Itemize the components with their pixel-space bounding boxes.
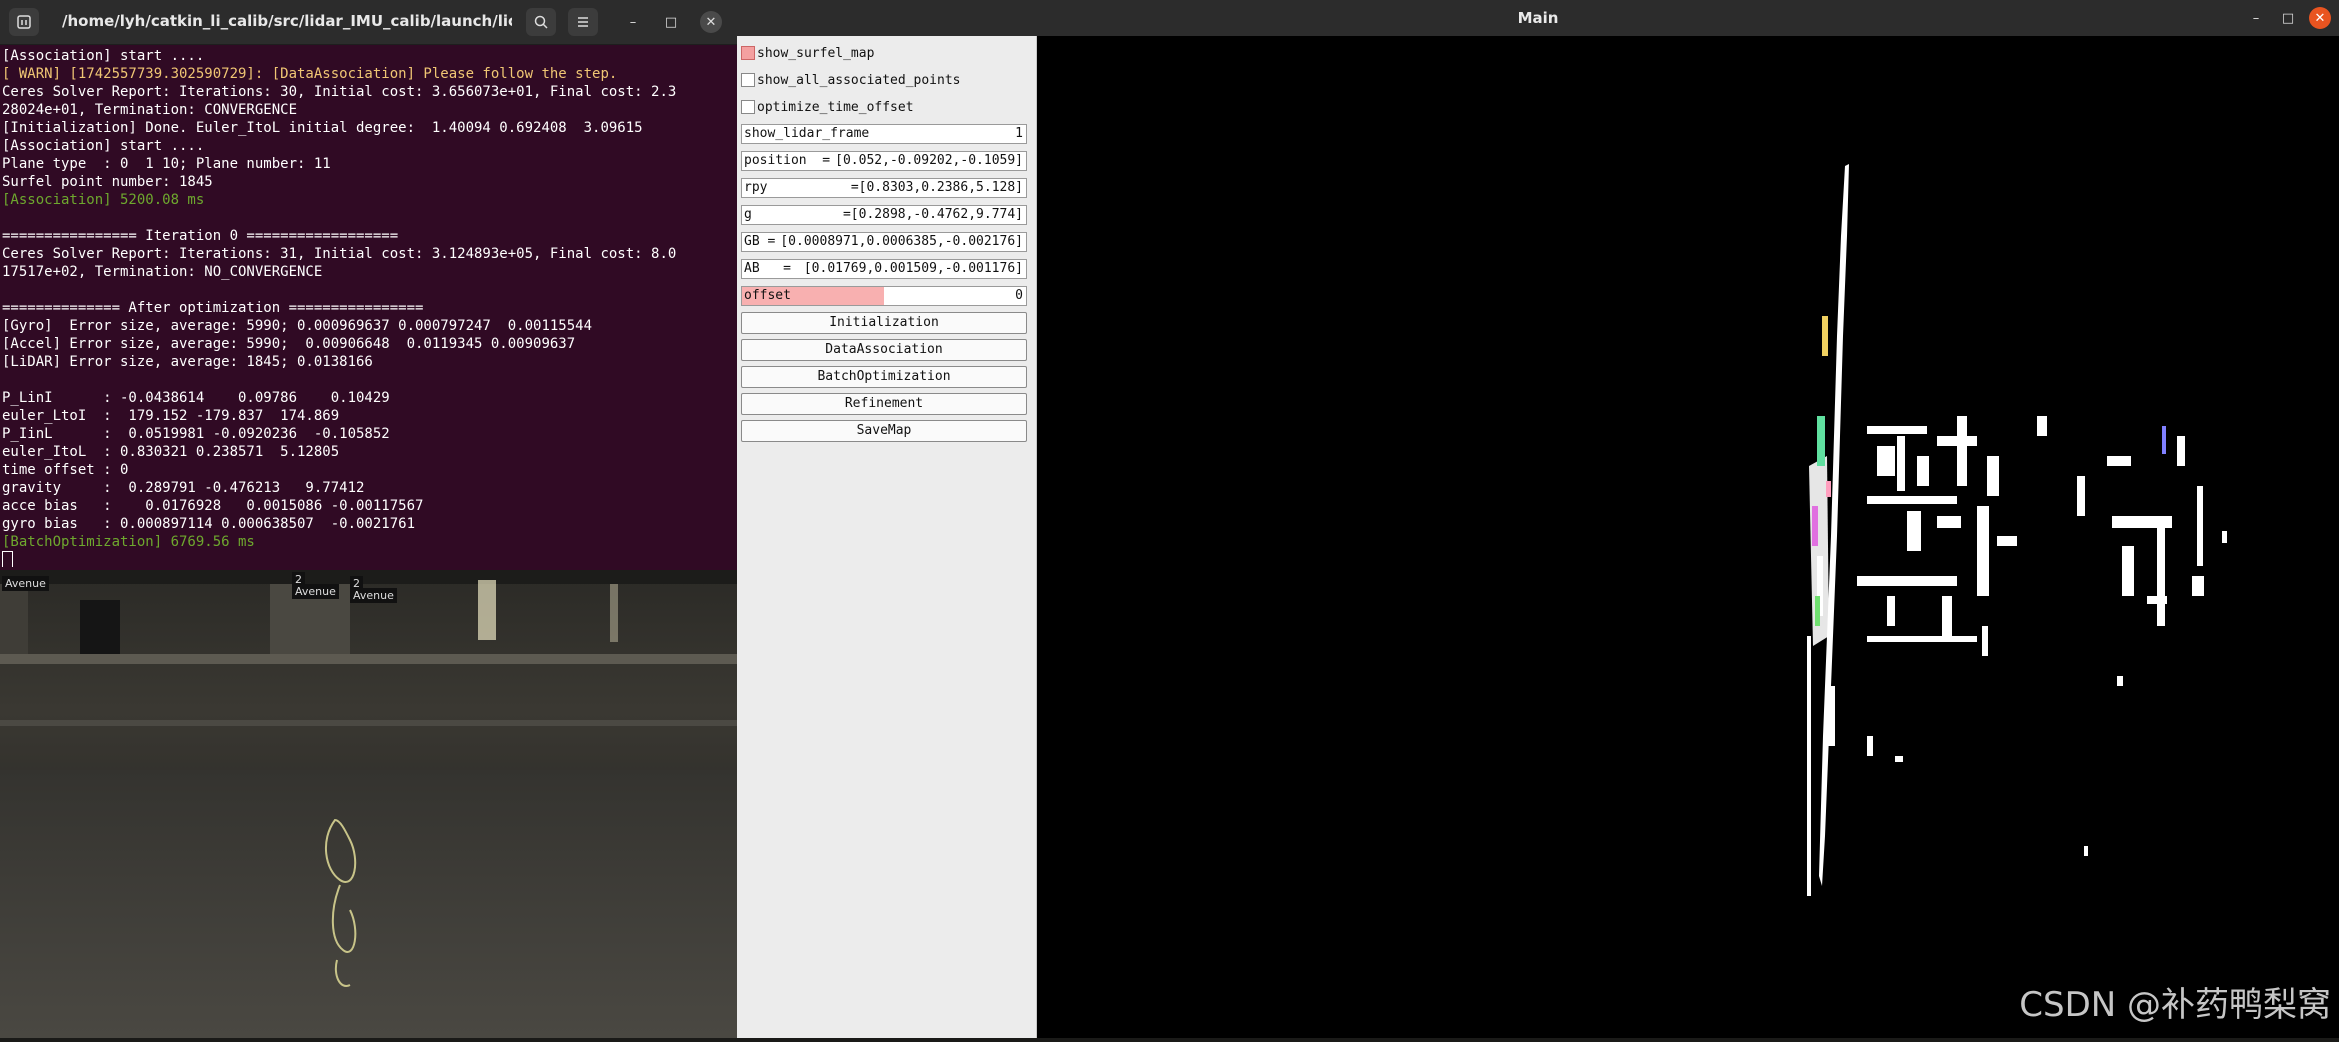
var-value[interactable]: [0.0008971,0.0006385,-0.002176] <box>780 234 1023 249</box>
var-label: position = <box>744 153 831 168</box>
terminal-icon[interactable] <box>9 8 39 36</box>
maximize-icon[interactable]: □ <box>660 11 682 33</box>
minimize-icon[interactable]: – <box>2245 7 2267 29</box>
main-titlebar[interactable]: Main – □ ✕ <box>737 0 2339 37</box>
terminal-output[interactable]: [Association] start .... [ WARN] [1742557… <box>2 47 735 567</box>
var-position[interactable]: position = [0.052,-0.09202,-0.1059] <box>741 151 1027 171</box>
background-photo: Avenue 2 Avenue 2 Avenue <box>0 570 737 1038</box>
terminal-line: [ WARN] [1742557739.302590729]: [DataAss… <box>2 66 618 82</box>
terminal-line: Plane type : 0 1 10; Plane number: 11 <box>2 156 331 172</box>
close-icon[interactable]: ✕ <box>700 11 722 33</box>
terminal-line: gyro bias : 0.000897114 0.000638507 -0.0… <box>2 516 416 532</box>
checkbox-icon[interactable] <box>741 46 755 60</box>
station-sign: Avenue <box>292 584 339 599</box>
terminal-window[interactable]: /home/lyh/catkin_li_calib/src/lidar_IMU_… <box>0 0 737 570</box>
terminal-line: euler_ItoL : 0.830321 0.238571 5.12805 <box>2 444 340 460</box>
terminal-line: Surfel point number: 1845 <box>2 174 213 190</box>
terminal-line: ================ Iteration 0 ===========… <box>2 228 399 244</box>
control-panel: show_surfel_map show_all_associated_poin… <box>737 36 1037 1038</box>
terminal-line: acce bias : 0.0176928 0.0015086 -0.00117… <box>2 498 424 514</box>
var-label: g <box>744 207 752 222</box>
offset-slider[interactable]: offset 0 <box>741 286 1027 306</box>
var-value[interactable]: 1 <box>1015 126 1023 141</box>
terminal-line: 28024e+01, Termination: CONVERGENCE <box>2 102 298 118</box>
var-gb[interactable]: GB = [0.0008971,0.0006385,-0.002176] <box>741 232 1027 252</box>
data-association-button[interactable]: DataAssociation <box>741 339 1027 361</box>
checkbox-label: optimize_time_offset <box>757 99 914 115</box>
var-value[interactable]: [0.052,-0.09202,-0.1059] <box>835 153 1023 168</box>
batch-optimization-button[interactable]: BatchOptimization <box>741 366 1027 388</box>
terminal-line: P_LinI : -0.0438614 0.09786 0.10429 <box>2 390 390 406</box>
point-cloud-view[interactable]: CSDN @补药鸭梨窝 <box>1037 36 2339 1038</box>
var-label: AB = <box>744 261 791 276</box>
main-window[interactable]: Main – □ ✕ show_surfel_map show_all_asso… <box>737 0 2339 1038</box>
csdn-watermark: CSDN @补药鸭梨窝 <box>2019 985 2331 1025</box>
terminal-line: P_IinL : 0.0519981 -0.0920236 -0.105852 <box>2 426 390 442</box>
terminal-line: ============== After optimization ======… <box>2 300 424 316</box>
var-value[interactable]: =[0.2898,-0.4762,9.774] <box>843 207 1023 222</box>
terminal-cursor-line <box>2 551 735 567</box>
graffiti-drawing <box>324 818 357 987</box>
checkbox-icon[interactable] <box>741 73 755 87</box>
terminal-line: euler_LtoI : 179.152 -179.837 174.869 <box>2 408 340 424</box>
terminal-line: [LiDAR] Error size, average: 1845; 0.013… <box>2 354 373 370</box>
terminal-line: gravity : 0.289791 -0.476213 9.77412 <box>2 480 365 496</box>
point-cloud-render <box>1807 164 2227 896</box>
terminal-line: [Initialization] Done. Euler_ItoL initia… <box>2 120 643 136</box>
terminal-line: Ceres Solver Report: Iterations: 31, Ini… <box>2 246 677 262</box>
checkbox-label: show_surfel_map <box>757 45 875 61</box>
terminal-line: 17517e+02, Termination: NO_CONVERGENCE <box>2 264 323 280</box>
terminal-line: [Accel] Error size, average: 5990; 0.009… <box>2 336 576 352</box>
save-map-button[interactable]: SaveMap <box>741 420 1027 442</box>
station-sign: Avenue <box>350 588 397 603</box>
terminal-line: [Gyro] Error size, average: 5990; 0.0009… <box>2 318 593 334</box>
var-value[interactable]: =[0.8303,0.2386,5.128] <box>851 180 1023 195</box>
maximize-icon[interactable]: □ <box>2277 7 2299 29</box>
var-show-lidar-frame[interactable]: show_lidar_frame 1 <box>741 124 1027 144</box>
terminal-title: /home/lyh/catkin_li_calib/src/lidar_IMU_… <box>62 12 512 30</box>
var-value[interactable]: [0.01769,0.001509,-0.001176] <box>804 261 1023 276</box>
terminal-line: [Association] start .... <box>2 48 205 64</box>
terminal-line: [BatchOptimization] 6769.56 ms <box>2 534 255 550</box>
terminal-line: [Association] 5200.08 ms <box>2 192 205 208</box>
terminal-line: time offset : 0 <box>2 462 129 478</box>
minimize-icon[interactable]: – <box>622 11 644 33</box>
checkbox-optimize-time-offset[interactable]: optimize_time_offset <box>741 96 1031 118</box>
terminal-line: Ceres Solver Report: Iterations: 30, Ini… <box>2 84 677 100</box>
cursor <box>2 551 13 567</box>
var-g[interactable]: g =[0.2898,-0.4762,9.774] <box>741 205 1027 225</box>
var-label: GB = <box>744 234 776 249</box>
station-sign: Avenue <box>2 576 49 591</box>
refinement-button[interactable]: Refinement <box>741 393 1027 415</box>
checkbox-show-surfel-map[interactable]: show_surfel_map <box>741 42 1031 64</box>
search-icon[interactable] <box>526 8 556 36</box>
checkbox-show-all-associated-points[interactable]: show_all_associated_points <box>741 69 1031 91</box>
var-ab[interactable]: AB = [0.01769,0.001509,-0.001176] <box>741 259 1027 279</box>
checkbox-icon[interactable] <box>741 100 755 114</box>
var-rpy[interactable]: rpy =[0.8303,0.2386,5.128] <box>741 178 1027 198</box>
hamburger-icon[interactable] <box>568 8 598 36</box>
close-icon[interactable]: ✕ <box>2309 7 2331 29</box>
initialization-button[interactable]: Initialization <box>741 312 1027 334</box>
slider-value: 0 <box>1015 288 1023 303</box>
terminal-titlebar[interactable]: /home/lyh/catkin_li_calib/src/lidar_IMU_… <box>0 0 737 45</box>
slider-label: offset <box>744 288 791 303</box>
window-title: Main <box>1517 9 1559 27</box>
checkbox-label: show_all_associated_points <box>757 72 961 88</box>
var-label: show_lidar_frame <box>744 126 870 141</box>
var-label: rpy <box>744 180 768 195</box>
terminal-line: [Association] start .... <box>2 138 205 154</box>
